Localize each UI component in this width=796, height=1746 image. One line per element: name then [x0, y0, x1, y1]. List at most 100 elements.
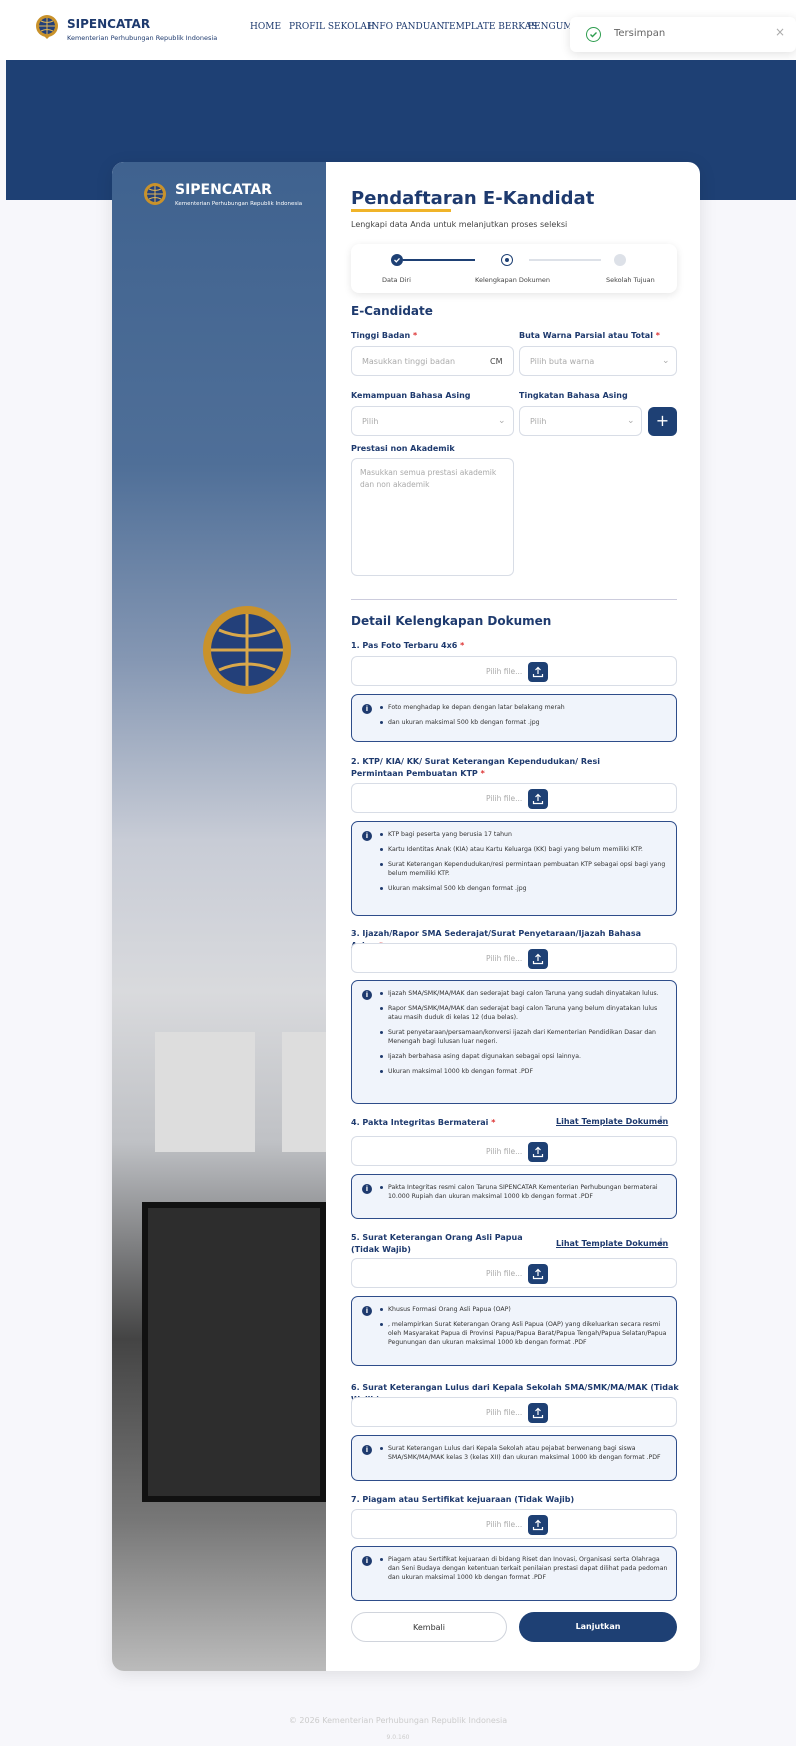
- upload-icon[interactable]: [528, 1264, 548, 1284]
- color-blind-label: Buta Warna Parsial atau Total *: [519, 331, 660, 340]
- panel-subtitle: Kementerian Perhubungan Republik Indones…: [175, 201, 303, 207]
- chevron-down-icon: ⌄: [627, 416, 635, 426]
- file-placeholder: Pilih file...: [486, 1520, 523, 1529]
- kemenhub-logo-icon: [144, 183, 166, 205]
- info-box-pas-foto: i Foto menghadap ke depan dengan latar b…: [351, 694, 677, 742]
- nav-template-berkas[interactable]: TEMPLATE BERKAS: [443, 22, 537, 32]
- window-lattice: [155, 1032, 255, 1152]
- download-icon[interactable]: ⤓: [659, 1237, 663, 1247]
- upload-field-piagam[interactable]: Pilih file...: [351, 1509, 677, 1539]
- footer-copyright: © 2026 Kementerian Perhubungan Republik …: [288, 1716, 508, 1725]
- upload-field-skl[interactable]: Pilih file...: [351, 1397, 677, 1427]
- template-link-oap[interactable]: Lihat Template Dokumen: [556, 1239, 668, 1248]
- info-icon: i: [362, 831, 372, 841]
- chevron-down-icon: ⌄: [662, 356, 670, 366]
- info-list: Piagam atau Sertifikat kejuaraan di bida…: [380, 1555, 668, 1588]
- upload-icon[interactable]: [528, 1142, 548, 1162]
- file-placeholder: Pilih file...: [486, 954, 523, 963]
- language-placeholder: Pilih: [362, 417, 379, 426]
- info-box-oap: i Khusus Formasi Orang Asli Papua (OAP) …: [351, 1296, 677, 1366]
- step-label-data-diri: Data Diri: [382, 276, 411, 284]
- page-subtitle: Lengkapi data Anda untuk melanjutkan pro…: [351, 220, 568, 229]
- file-placeholder: Pilih file...: [486, 1147, 523, 1156]
- step-connector: [529, 259, 601, 261]
- height-input[interactable]: Masukkan tinggi badan CM: [351, 346, 514, 376]
- doc-label-pas-foto: 1. Pas Foto Terbaru 4x6 *: [351, 641, 465, 650]
- info-item: , melampirkan Surat Keterangan Orang Asl…: [380, 1320, 668, 1347]
- building-emblem-icon: [203, 606, 291, 694]
- color-blind-select[interactable]: Pilih buta warna ⌄: [519, 346, 677, 376]
- height-unit: CM: [490, 357, 503, 366]
- close-icon[interactable]: ×: [775, 25, 785, 39]
- language-level-select[interactable]: Pilih ⌄: [519, 406, 642, 436]
- upload-field-oap[interactable]: Pilih file...: [351, 1258, 677, 1288]
- upload-icon[interactable]: [528, 662, 548, 682]
- brand-subtitle: Kementerian Perhubungan Republik Indones…: [67, 34, 218, 42]
- info-box-ijazah: i Ijazah SMA/SMK/MA/MAK dan sederajat ba…: [351, 980, 677, 1104]
- info-item: Surat penyetaraan/persamaan/konversi ija…: [380, 1028, 668, 1046]
- upload-icon[interactable]: [528, 789, 548, 809]
- info-item: Ukuran maksimal 500 kb dengan format .jp…: [380, 884, 668, 893]
- nav-home[interactable]: HOME: [250, 22, 281, 32]
- info-icon: i: [362, 990, 372, 1000]
- window-lattice: [282, 1032, 326, 1152]
- kemenhub-logo-icon[interactable]: [34, 14, 60, 40]
- info-item: KTP bagi peserta yang berusia 17 tahun: [380, 830, 668, 839]
- doc-label-oap: 5. Surat Keterangan Orang Asli Papua (Ti…: [351, 1233, 523, 1254]
- side-image-panel: SIPENCATAR Kementerian Perhubungan Repub…: [112, 162, 326, 1671]
- section-divider: [351, 599, 677, 600]
- title-underline: [351, 209, 451, 212]
- info-list: Ijazah SMA/SMK/MA/MAK dan sederajat bagi…: [380, 989, 668, 1082]
- height-placeholder: Masukkan tinggi badan: [362, 357, 456, 366]
- file-placeholder: Pilih file...: [486, 794, 523, 803]
- file-placeholder: Pilih file...: [486, 1408, 523, 1417]
- upload-icon[interactable]: [528, 1403, 548, 1423]
- info-list: Pakta Integritas resmi calon Taruna SIPE…: [380, 1183, 668, 1207]
- language-label: Kemampuan Bahasa Asing: [351, 391, 471, 400]
- upload-field-pakta[interactable]: Pilih file...: [351, 1136, 677, 1166]
- color-blind-placeholder: Pilih buta warna: [530, 357, 595, 366]
- template-link-pakta[interactable]: Lihat Template Dokumen: [556, 1117, 668, 1126]
- info-item: Ijazah berbahasa asing dapat digunakan s…: [380, 1052, 668, 1061]
- doc-label-piagam: 7. Piagam atau Sertifikat kejuaraan (Tid…: [351, 1495, 575, 1504]
- info-item: dan ukuran maksimal 500 kb dengan format…: [380, 718, 668, 727]
- toast-message: Tersimpan: [614, 28, 666, 39]
- step-done-icon[interactable]: [391, 254, 403, 266]
- step-active-icon[interactable]: [501, 254, 513, 266]
- doc-label-ktp: 2. KTP/ KIA/ KK/ Surat Keterangan Kepend…: [351, 757, 600, 778]
- info-icon: i: [362, 704, 372, 714]
- section-title-candidate: E-Candidate: [351, 304, 433, 318]
- info-box-pakta: i Pakta Integritas resmi calon Taruna SI…: [351, 1174, 677, 1219]
- info-item: Surat Keterangan Kependudukan/resi permi…: [380, 860, 668, 878]
- registration-card: SIPENCATAR Kementerian Perhubungan Repub…: [112, 162, 700, 1671]
- form-area: Pendaftaran E-Kandidat Lengkapi data And…: [326, 162, 700, 1671]
- section-title-documents: Detail Kelengkapan Dokumen: [351, 614, 552, 628]
- file-placeholder: Pilih file...: [486, 667, 523, 676]
- achievement-label: Prestasi non Akademik: [351, 444, 455, 453]
- achievement-textarea[interactable]: Masukkan semua prestasi akademik dan non…: [351, 458, 514, 576]
- upload-field-pas-foto[interactable]: Pilih file...: [351, 656, 677, 686]
- language-select[interactable]: Pilih ⌄: [351, 406, 514, 436]
- upload-field-ijazah[interactable]: Pilih file...: [351, 943, 677, 973]
- info-item: Pakta Integritas resmi calon Taruna SIPE…: [380, 1183, 668, 1201]
- back-button[interactable]: Kembali: [351, 1612, 507, 1642]
- info-item: Ukuran maksimal 1000 kb dengan format .P…: [380, 1067, 668, 1076]
- upload-icon[interactable]: [528, 949, 548, 969]
- info-item: Foto menghadap ke depan dengan latar bel…: [380, 703, 668, 712]
- toast-notification: Tersimpan ×: [570, 17, 796, 52]
- info-item: Rapor SMA/SMK/MA/MAK dan sederajat bagi …: [380, 1004, 668, 1022]
- upload-field-ktp[interactable]: Pilih file...: [351, 783, 677, 813]
- add-language-button[interactable]: +: [648, 407, 677, 436]
- info-icon: i: [362, 1306, 372, 1316]
- nav-profil-sekolah[interactable]: PROFIL SEKOLAH: [289, 22, 375, 32]
- step-pending-icon[interactable]: [614, 254, 626, 266]
- download-icon[interactable]: ⤓: [659, 1115, 663, 1125]
- chevron-down-icon: ⌄: [498, 416, 506, 426]
- upload-icon[interactable]: [528, 1515, 548, 1535]
- footer-version: 9.0.160: [386, 1734, 410, 1741]
- info-icon: i: [362, 1184, 372, 1194]
- brand-name[interactable]: SIPENCATAR: [67, 17, 150, 31]
- language-level-placeholder: Pilih: [530, 417, 547, 426]
- nav-info-panduan[interactable]: INFO PANDUAN: [368, 22, 444, 32]
- next-button[interactable]: Lanjutkan: [519, 1612, 677, 1642]
